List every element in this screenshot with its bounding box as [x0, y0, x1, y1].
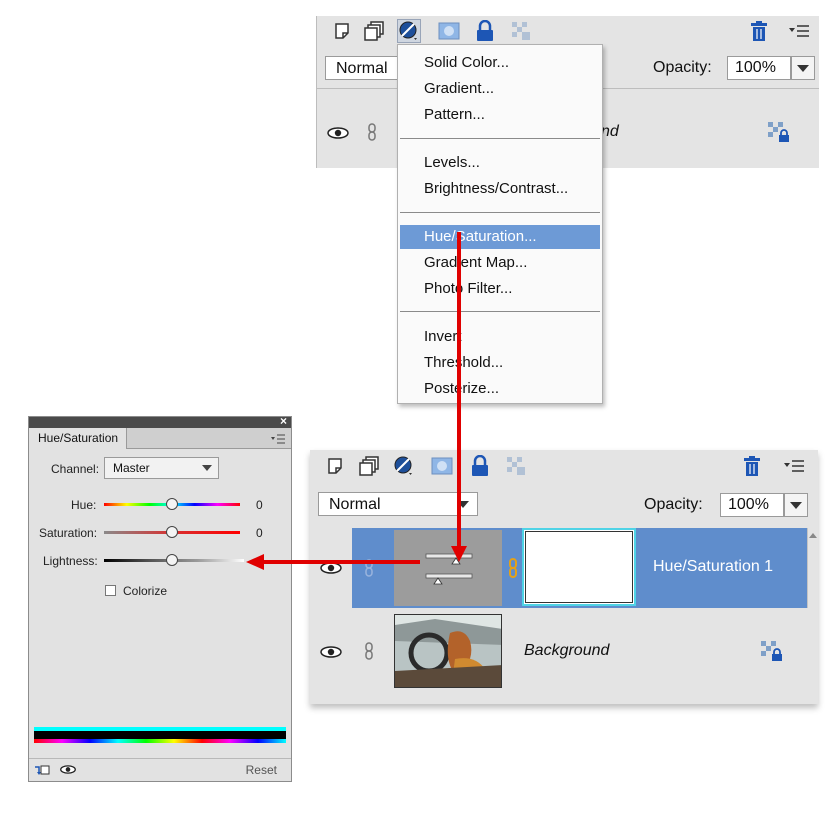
callout-arrows [246, 232, 467, 570]
arrow-down-head [451, 546, 467, 562]
arrow-left-head [246, 554, 264, 570]
